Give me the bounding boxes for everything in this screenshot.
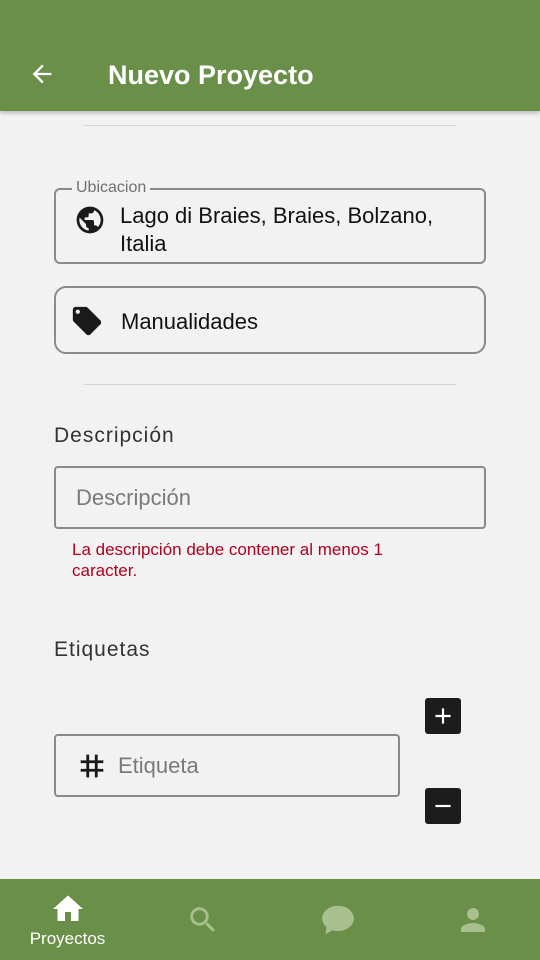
location-value: Lago di Braies, Braies, Bolzano, Italia <box>120 203 434 256</box>
nav-label-proyectos: Proyectos <box>29 928 106 948</box>
nav-item-search[interactable] <box>135 879 270 960</box>
nav-item-profile[interactable] <box>405 879 540 960</box>
plus-icon <box>435 708 451 724</box>
nav-item-proyectos[interactable]: Proyectos <box>0 879 135 960</box>
home-icon <box>52 895 83 921</box>
add-tag-button[interactable] <box>425 698 461 734</box>
location-field[interactable]: Ubicacion Lago di Braies, Braies, Bolzan… <box>54 179 486 264</box>
description-title: Descripción <box>54 424 175 447</box>
app-bar: Nuevo Proyecto <box>0 0 540 111</box>
person-icon <box>460 907 485 932</box>
middle-divider <box>84 384 456 385</box>
bottom-navigation: Proyectos <box>0 879 540 960</box>
category-value: Manualidades <box>121 309 258 334</box>
description-input-box <box>54 466 486 529</box>
tag-icon <box>70 304 104 338</box>
remove-tag-button[interactable] <box>425 788 461 824</box>
description-error: La descripción debe contener al menos 1 … <box>72 540 383 580</box>
search-icon <box>189 906 215 932</box>
description-input[interactable] <box>76 468 484 527</box>
back-button[interactable] <box>24 56 60 92</box>
arrow-back-icon <box>32 64 52 84</box>
tags-title: Etiquetas <box>54 638 151 661</box>
globe-icon <box>74 204 106 236</box>
location-label: Ubicacion <box>72 179 151 197</box>
chat-icon <box>321 905 354 934</box>
minus-icon <box>435 804 451 808</box>
category-field[interactable]: Manualidades <box>54 286 486 354</box>
top-divider <box>84 125 456 126</box>
nav-item-chat[interactable] <box>270 879 405 960</box>
tag-input[interactable] <box>118 736 388 795</box>
hash-icon <box>74 748 110 784</box>
tag-input-box <box>54 734 400 797</box>
page-title: Nuevo Proyecto <box>108 60 314 90</box>
